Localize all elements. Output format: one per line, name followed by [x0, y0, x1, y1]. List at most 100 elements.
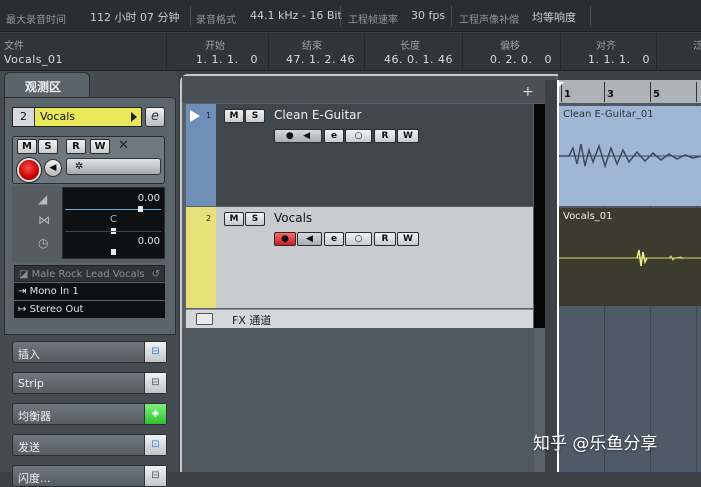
solo-button[interactable]: S — [245, 109, 265, 123]
file-value[interactable]: Vocals_01 — [4, 53, 63, 66]
status-separator — [451, 6, 452, 26]
length-label: 长度 — [400, 41, 420, 52]
section-eq[interactable]: 均衡器 ◈ — [12, 403, 167, 425]
record-enable-button[interactable] — [17, 158, 41, 182]
track-row[interactable]: 1 M S Clean E-Guitar ● ◀ e ○ R W — [186, 104, 533, 206]
pan-slider[interactable] — [65, 231, 161, 232]
inspector-solo-button[interactable]: S — [38, 139, 58, 154]
pane-divider[interactable] — [545, 80, 557, 472]
track-list-scrollbar[interactable] — [534, 104, 545, 328]
inspector-mute-button[interactable]: M — [17, 139, 37, 154]
track-color-strip[interactable] — [186, 207, 216, 308]
pan-center-label: C — [110, 214, 117, 225]
clip-name: Vocals_01 — [563, 211, 613, 222]
delay-slider-knob[interactable] — [111, 249, 116, 255]
start-value[interactable]: 1. 1. 1. 0 — [196, 53, 258, 66]
frame-rate-value[interactable]: 30 fps — [411, 9, 445, 22]
cursor-marker-icon — [558, 82, 564, 88]
automation-x-icon[interactable]: ✕ — [118, 138, 129, 153]
inspector-track-name-box[interactable]: 2 Vocals — [12, 107, 142, 127]
mute-button[interactable]: M — [224, 212, 244, 226]
end-value[interactable]: 47. 1. 2. 46 — [286, 53, 355, 66]
section-more-label: 闪度... — [18, 472, 51, 485]
track-list-header — [182, 76, 556, 103]
monitor-speaker-icon[interactable]: ◀ — [297, 232, 322, 246]
snap-label: 对齐 — [596, 41, 616, 52]
waveform-icon — [559, 143, 701, 169]
track-name[interactable]: Vocals — [274, 211, 312, 225]
fader-box: 0.00 C 0.00 — [62, 187, 165, 259]
record-monitor-group[interactable]: ● ◀ — [274, 129, 322, 143]
mute-button[interactable]: M — [224, 109, 244, 123]
offset-label: 偏移 — [500, 41, 520, 52]
track-row[interactable]: 2 M S Vocals ● ◀ e ○ R W — [186, 207, 533, 308]
record-enable-button[interactable]: ● — [274, 232, 296, 246]
audio-clip[interactable]: Clean E-Guitar_01 — [558, 106, 701, 206]
clip-name: Clean E-Guitar_01 — [563, 109, 654, 120]
delay-value[interactable]: 0.00 — [138, 236, 160, 247]
edit-channel-icon[interactable]: e — [145, 107, 165, 127]
section-inserts-label: 插入 — [18, 348, 40, 361]
inserts-toggle-icon[interactable]: ⊟ — [144, 342, 166, 362]
track-name[interactable]: Clean E-Guitar — [274, 108, 361, 122]
solo-button[interactable]: S — [245, 212, 265, 226]
freeze-toggle-icon[interactable]: ○ — [345, 232, 372, 246]
info-separator — [268, 33, 269, 71]
ruler-bar-1: 1 — [564, 89, 571, 100]
freeze-toggle-icon[interactable]: ○ — [345, 129, 372, 143]
audio-clip[interactable]: Vocals_01 — [558, 208, 701, 306]
status-separator — [590, 6, 591, 26]
ruler-tick — [604, 82, 605, 102]
section-strip-label: Strip — [18, 377, 44, 390]
read-button[interactable]: R — [374, 129, 396, 143]
eq-toggle-icon[interactable]: ◈ — [144, 404, 166, 424]
more-toggle-icon[interactable]: ⊟ — [144, 466, 166, 486]
ruler-bar-5: 5 — [653, 89, 660, 100]
volume-slider[interactable] — [65, 209, 161, 210]
section-strip[interactable]: Strip ⊟ — [12, 372, 167, 394]
section-more[interactable]: 闪度... ⊟ — [12, 465, 167, 487]
sends-toggle-icon[interactable]: ⊡ — [144, 435, 166, 455]
track-preset-field[interactable]: ◪ Male Rock Lead Vocals ↺ — [14, 265, 165, 282]
length-value[interactable]: 46. 0. 1. 46 — [384, 53, 453, 66]
monitor-speaker-icon[interactable]: ◀ — [44, 159, 62, 177]
folder-icon — [196, 313, 213, 325]
info-separator — [462, 33, 463, 71]
inspector-track-name: Vocals — [40, 110, 75, 123]
project-cursor[interactable] — [557, 80, 559, 472]
watermark: 知乎 @乐鱼分享 — [533, 434, 658, 454]
edit-button[interactable]: e — [324, 129, 344, 143]
snap-value[interactable]: 1. 1. 1. 0 — [588, 53, 650, 66]
preset-name: Male Rock Lead Vocals — [31, 269, 145, 280]
output-routing[interactable]: ↦ Stereo Out — [14, 301, 165, 318]
input-routing[interactable]: ⇥ Mono In 1 — [14, 283, 165, 300]
status-separator — [190, 6, 191, 26]
write-button[interactable]: W — [397, 232, 419, 246]
extra-label: 泛 — [693, 41, 701, 52]
record-format-value[interactable]: 44.1 kHz - 16 Bit — [250, 9, 342, 22]
offset-value[interactable]: 0. 2. 0. 0 — [490, 53, 552, 66]
write-button[interactable]: W — [397, 129, 419, 143]
input-name: Mono In 1 — [29, 286, 79, 297]
output-icon: ↦ — [18, 304, 30, 315]
waveform-icon — [559, 249, 701, 267]
add-track-icon[interactable]: + — [522, 84, 534, 100]
section-inserts[interactable]: 插入 ⊟ — [12, 341, 167, 363]
fx-channel-folder[interactable]: FX 通道 — [186, 309, 533, 328]
section-eq-label: 均衡器 — [18, 410, 51, 423]
edit-button[interactable]: e — [324, 232, 344, 246]
inspector-tab[interactable]: 观测区 — [4, 72, 90, 98]
inspector-read-button[interactable]: R — [66, 139, 86, 154]
max-record-time-value[interactable]: 112 小时 07 分钟 — [90, 9, 179, 25]
read-button[interactable]: R — [374, 232, 396, 246]
lanes-button[interactable]: ✲ — [66, 158, 161, 175]
inspector-write-button[interactable]: W — [90, 139, 110, 154]
section-sends[interactable]: 发送 ⊡ — [12, 434, 167, 456]
pan-law-value[interactable]: 均等响度 — [532, 9, 576, 25]
volume-value[interactable]: 0.00 — [138, 193, 160, 204]
preset-refresh-icon[interactable]: ↺ — [152, 266, 160, 283]
volume-slider-knob[interactable] — [138, 206, 143, 212]
delay-icon: ◷ — [38, 236, 49, 250]
strip-toggle-icon[interactable]: ⊟ — [144, 373, 166, 393]
timeline-ruler[interactable]: 1 3 5 — [557, 80, 701, 104]
